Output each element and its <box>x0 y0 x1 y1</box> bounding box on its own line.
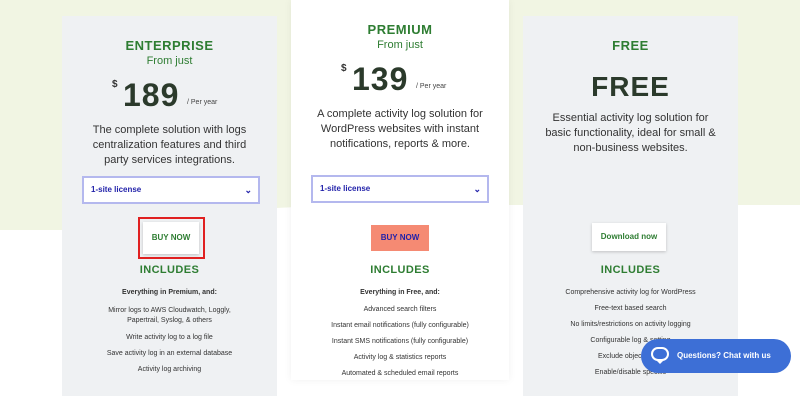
plan-name: PREMIUM <box>367 22 433 37</box>
price-amount: 139 <box>352 61 409 97</box>
feature-item: Instant SMS notifications (fully configu… <box>331 338 469 345</box>
premium-plan-card: PREMIUM From just $ 139 / Per year A com… <box>291 0 509 380</box>
plan-description: Essential activity log solution for basi… <box>545 112 716 154</box>
license-select-value: 1-site license <box>320 184 371 193</box>
feature-item: Write activity log to a log file <box>126 334 213 341</box>
plan-name: ENTERPRISE <box>125 38 214 53</box>
price-period: / Per year <box>187 99 218 106</box>
chat-widget-button[interactable]: Questions? Chat with us <box>641 339 791 373</box>
includes-heading: INCLUDES <box>600 264 661 276</box>
feature-item: Mirror logs to AWS Cloudwatch, Loggly, <box>108 307 231 314</box>
plan-description: A complete activity log solution for Wor… <box>317 108 483 150</box>
license-select[interactable]: 1-site license ⌄ <box>82 176 260 204</box>
chevron-down-icon: ⌄ <box>244 185 252 195</box>
feature-item: Advanced search filters <box>363 306 437 313</box>
feature-item: Comprehensive activity log for WordPress <box>565 289 696 296</box>
from-just-label: From just <box>377 39 423 51</box>
chevron-down-icon: ⌄ <box>473 184 481 194</box>
from-just-label: From just <box>146 55 193 67</box>
feature-item: No limits/restrictions on activity loggi… <box>570 321 691 328</box>
price-amount: 189 <box>123 77 180 113</box>
feature-item: Papertrail, Syslog, & others <box>127 317 212 324</box>
plan-description: The complete solution with logs centrali… <box>92 124 247 166</box>
includes-heading: INCLUDES <box>139 264 200 276</box>
license-select[interactable]: 1-site license ⌄ <box>311 175 489 203</box>
includes-heading: INCLUDES <box>370 264 430 276</box>
enterprise-plan-card: ENTERPRISE From just $ 189 / Per year Th… <box>62 16 277 396</box>
feature-item: Everything in Premium, and: <box>122 289 217 296</box>
chat-label: Questions? Chat with us <box>677 351 771 360</box>
price-row: $ 139 / Per year <box>291 61 509 101</box>
highlight-box <box>138 217 205 259</box>
feature-item: Activity log archiving <box>137 366 202 373</box>
feature-item: Free-text based search <box>594 305 667 312</box>
license-select-value: 1-site license <box>91 185 142 194</box>
feature-item: Everything in Free, and: <box>360 289 440 296</box>
price-row: $ 189 / Per year <box>62 77 277 117</box>
free-price-label: FREE <box>591 71 670 102</box>
feature-item: Save activity log in an external databas… <box>106 350 233 357</box>
chat-bubble-icon <box>651 347 669 364</box>
feature-item: Activity log & statistics reports <box>353 354 447 361</box>
feature-item: Automated & scheduled email reports <box>341 370 459 377</box>
download-now-button[interactable]: Download now <box>592 223 666 251</box>
currency-symbol: $ <box>341 63 347 74</box>
price-period: / Per year <box>416 83 447 90</box>
feature-item: Instant email notifications (fully confi… <box>331 322 469 329</box>
currency-symbol: $ <box>112 79 118 90</box>
plan-name: FREE <box>612 38 649 53</box>
buy-now-button[interactable]: BUY NOW <box>371 225 429 251</box>
